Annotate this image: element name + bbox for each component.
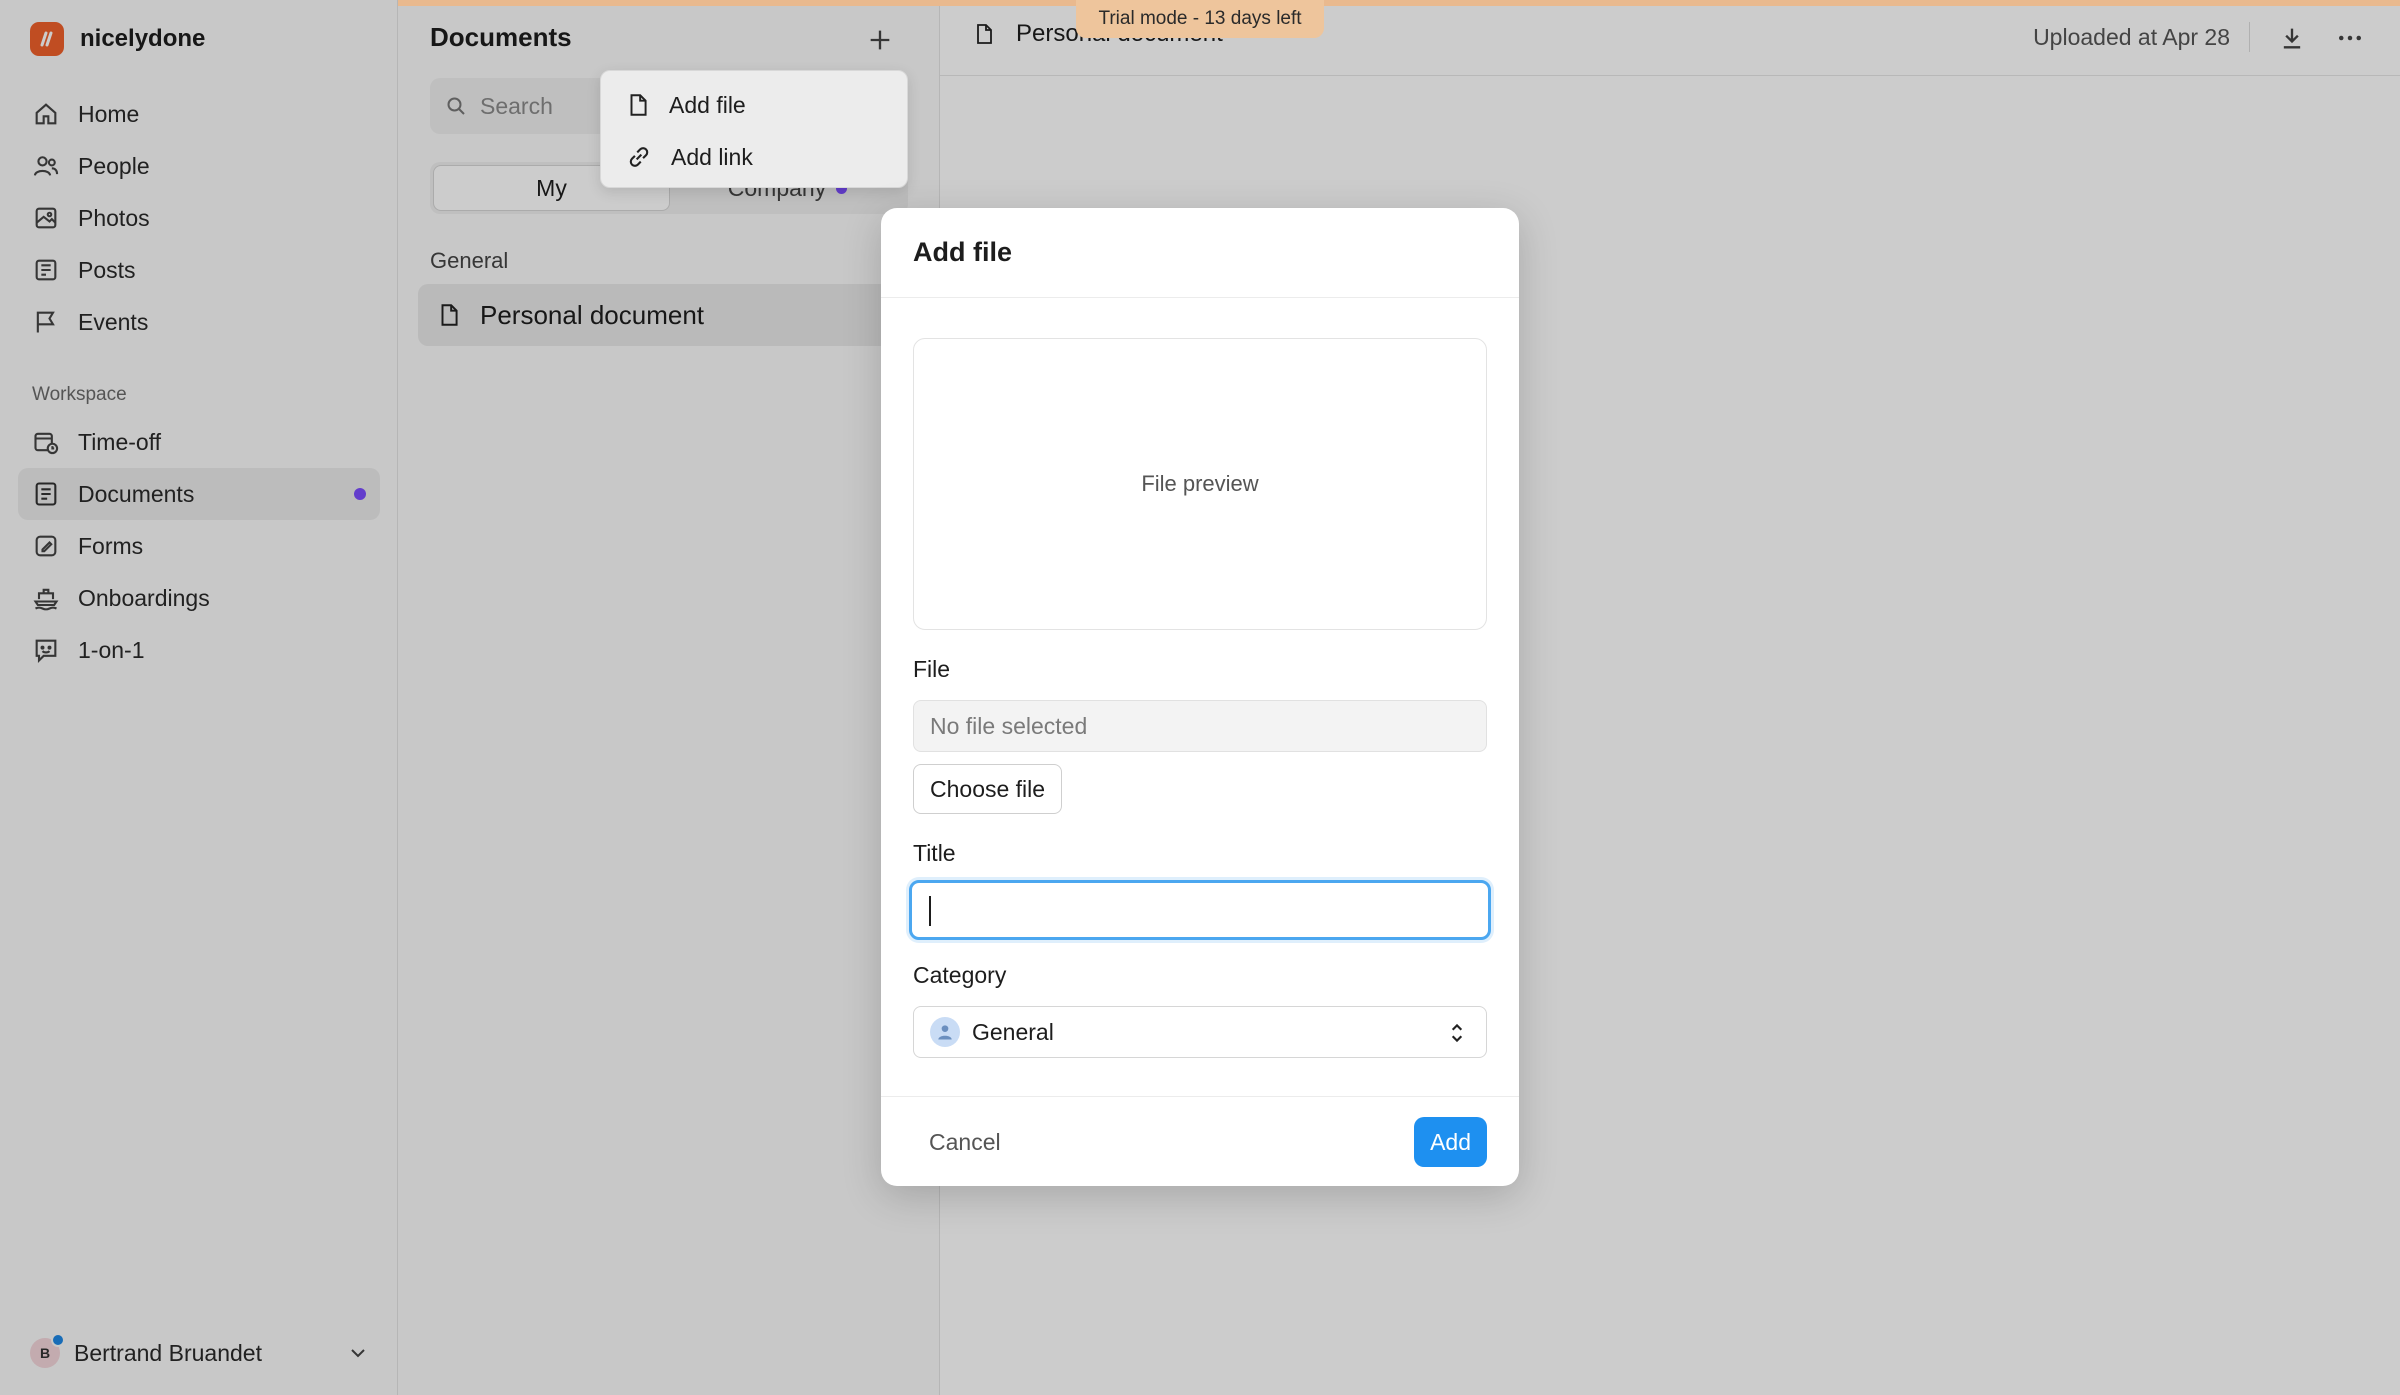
title-label: Title (913, 840, 956, 866)
category-value: General (972, 1018, 1054, 1045)
add-menu: Add file Add link (600, 70, 908, 188)
file-preview: File preview (913, 338, 1487, 630)
menu-item-label: Add file (669, 91, 746, 118)
cancel-button[interactable]: Cancel (913, 1117, 1017, 1167)
file-name-value: No file selected (930, 712, 1088, 739)
person-icon (930, 1017, 960, 1047)
file-label: File (913, 656, 951, 682)
dialog-header: Add file (881, 208, 1519, 298)
chevron-up-down-icon (1451, 1023, 1463, 1043)
add-file-dialog: Add file File preview File No file selec… (881, 208, 1519, 1186)
menu-item-label: Add link (671, 143, 753, 170)
title-input[interactable] (909, 880, 1491, 940)
file-icon (630, 94, 647, 116)
choose-file-button[interactable]: Choose file (913, 764, 1063, 814)
file-name-field: No file selected (913, 700, 1487, 752)
trial-badge[interactable]: Trial mode - 13 days left (1076, 0, 1324, 38)
file-preview-text: File preview (1141, 471, 1259, 496)
text-caret (929, 896, 931, 926)
dialog-title: Add file (913, 237, 1012, 267)
menu-item-add-file[interactable]: Add file (601, 79, 907, 131)
menu-item-add-link[interactable]: Add link (601, 131, 907, 183)
link-icon (629, 147, 649, 167)
category-select[interactable]: General (913, 1006, 1487, 1058)
trial-bar (398, 0, 2400, 6)
category-label: Category (913, 962, 1007, 988)
add-button[interactable]: Add (1414, 1117, 1487, 1167)
dialog-footer: Cancel Add (881, 1096, 1519, 1186)
